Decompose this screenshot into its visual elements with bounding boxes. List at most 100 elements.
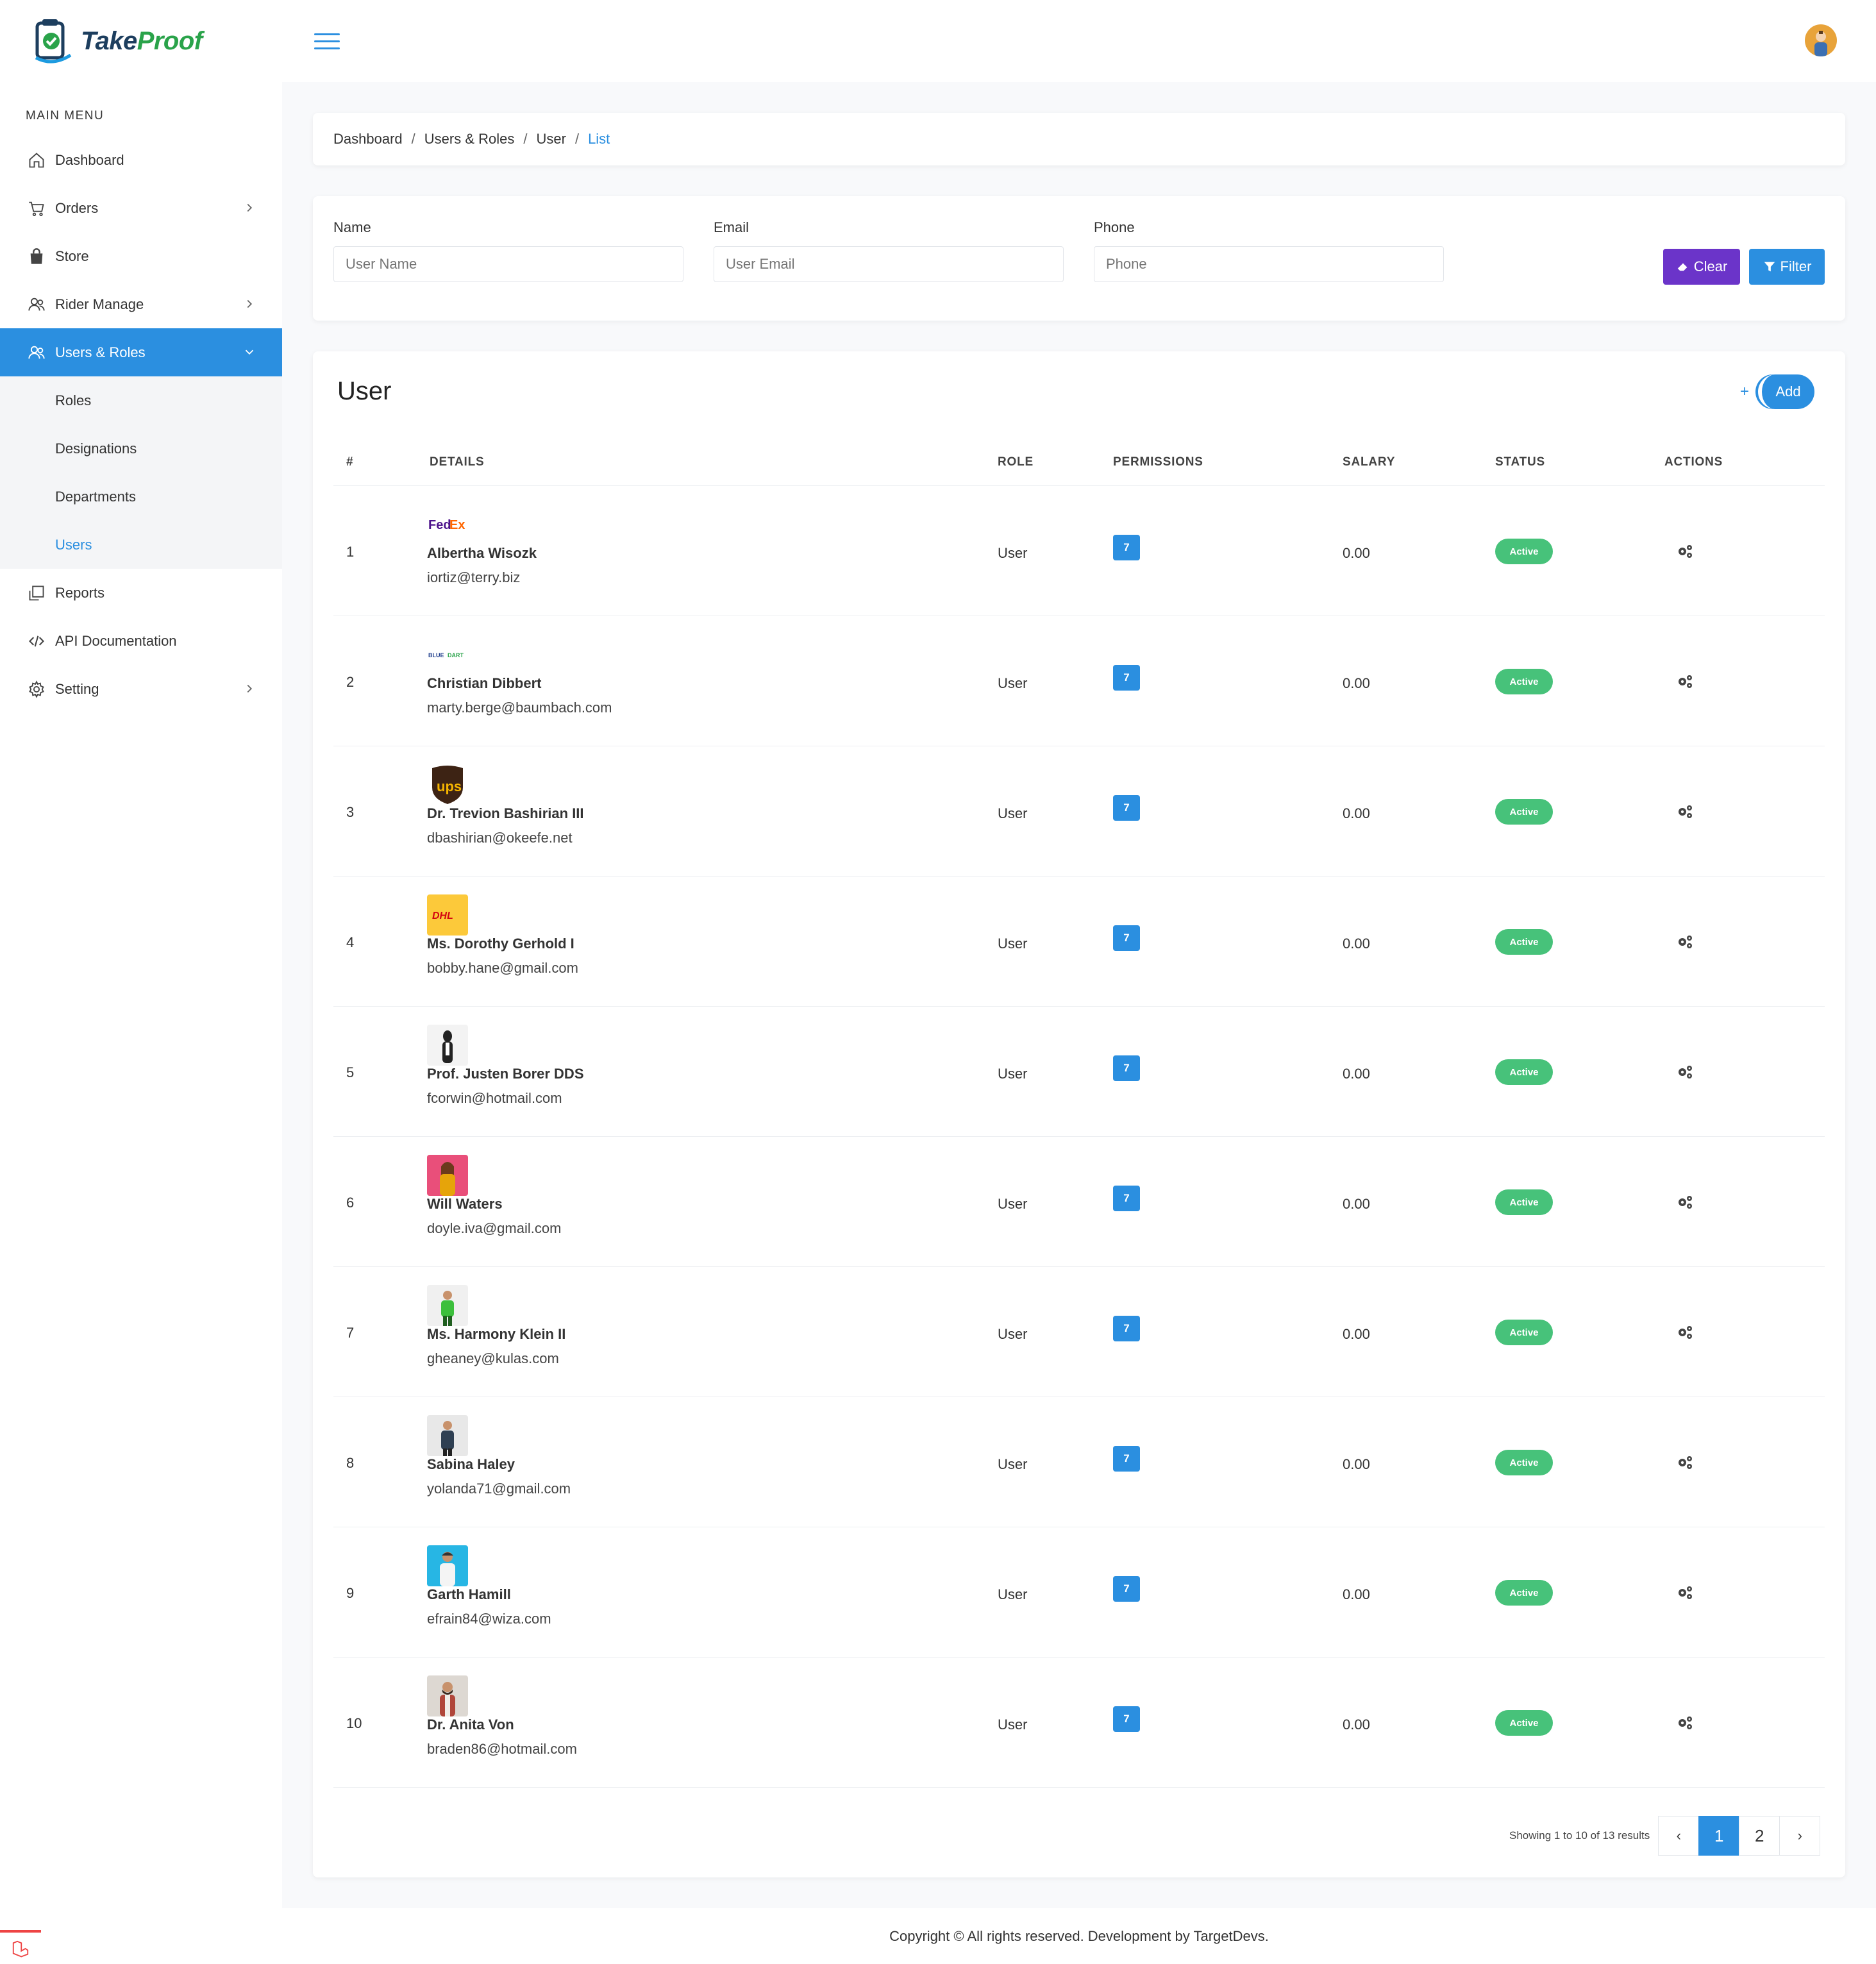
actions-gear-icon[interactable] [1675, 1062, 1695, 1082]
next-page-button[interactable]: › [1779, 1816, 1821, 1856]
submenu-item-departments[interactable]: Departments [0, 473, 282, 521]
user-salary: 0.00 [1343, 936, 1370, 952]
permissions-badge[interactable]: 7 [1113, 1576, 1140, 1602]
clear-button[interactable]: Clear [1663, 249, 1740, 285]
sidebar-item-label: Store [55, 248, 89, 264]
user-role: User [998, 1066, 1028, 1082]
user-role: User [998, 805, 1028, 821]
users-roles-submenu: Roles Designations Departments Users [0, 376, 282, 569]
gear-icon [27, 680, 46, 699]
sidebar-item-setting[interactable]: Setting [0, 665, 282, 713]
status-badge: Active [1495, 1710, 1553, 1736]
submenu-item-roles[interactable]: Roles [0, 376, 282, 424]
sidebar-item-api-documentation[interactable]: API Documentation [0, 617, 282, 665]
permissions-badge[interactable]: 7 [1113, 665, 1140, 691]
breadcrumb-users-roles[interactable]: Users & Roles [424, 131, 515, 147]
user-name: Ms. Dorothy Gerhold I [427, 936, 574, 952]
permissions-badge[interactable]: 7 [1113, 925, 1140, 951]
user-name: Garth Hamill [427, 1586, 511, 1602]
permissions-badge[interactable]: 7 [1113, 1706, 1140, 1732]
actions-gear-icon[interactable] [1675, 1192, 1695, 1213]
table-row: 4 DHL Ms. Dorothy Gerhold I bobby.hane@gmai… [333, 877, 1825, 1007]
permissions-badge[interactable]: 7 [1113, 795, 1140, 821]
actions-gear-icon[interactable] [1675, 1322, 1695, 1343]
user-email: doyle.iva@gmail.com [427, 1220, 562, 1236]
user-avatar-image: ups [427, 764, 468, 805]
user-salary: 0.00 [1343, 1586, 1370, 1602]
logo-icon [32, 18, 73, 64]
user-role: User [998, 1586, 1028, 1602]
sidebar-item-reports[interactable]: Reports [0, 569, 282, 617]
phone-input[interactable] [1094, 246, 1444, 282]
submenu-item-users[interactable]: Users [0, 521, 282, 569]
menu-section-title: MAIN MENU [26, 109, 105, 122]
actions-gear-icon[interactable] [1675, 1713, 1695, 1733]
user-role: User [998, 545, 1028, 561]
home-icon [27, 151, 46, 170]
sidebar-item-orders[interactable]: Orders [0, 184, 282, 232]
filter-icon [1764, 262, 1775, 272]
col-header-actions: ACTIONS [1664, 455, 1723, 469]
chevron-down-icon [245, 349, 254, 355]
name-label: Name [333, 219, 371, 235]
permissions-badge[interactable]: 7 [1113, 1055, 1140, 1081]
breadcrumb-user[interactable]: User [536, 131, 565, 147]
breadcrumb-dashboard[interactable]: Dashboard [333, 131, 403, 147]
code-icon [27, 632, 46, 651]
eraser-icon [1677, 263, 1688, 271]
prev-page-button[interactable]: ‹ [1658, 1816, 1700, 1856]
actions-gear-icon[interactable] [1675, 671, 1695, 692]
permissions-badge[interactable]: 7 [1113, 1316, 1140, 1341]
sidebar-item-label: Dashboard [55, 151, 124, 168]
page-1-button[interactable]: 1 [1698, 1816, 1740, 1856]
user-role: User [998, 1326, 1028, 1342]
actions-gear-icon[interactable] [1675, 932, 1695, 952]
user-name: Dr. Anita Von [427, 1716, 514, 1733]
user-avatar-image [427, 1285, 468, 1326]
status-badge: Active [1495, 539, 1553, 564]
user-role: User [998, 675, 1028, 691]
menu-toggle-icon[interactable] [314, 33, 340, 53]
col-header-status: STATUS [1495, 455, 1545, 469]
email-label: Email [714, 219, 750, 235]
brand-logo[interactable]: TakeProof [32, 18, 203, 64]
status-badge: Active [1495, 1059, 1553, 1085]
row-number: 8 [346, 1455, 355, 1471]
table-row: 7 Ms. Harmony Klein II gheaney@kulas.com Us… [333, 1267, 1825, 1397]
pagination: Showing 1 to 10 of 13 results ‹ 1 2 › [1509, 1816, 1821, 1856]
sidebar-item-label: API Documentation [55, 632, 177, 649]
sidebar-item-rider-manage[interactable]: Rider Manage [0, 280, 282, 328]
name-input[interactable] [333, 246, 683, 282]
permissions-badge[interactable]: 7 [1113, 1446, 1140, 1472]
table-body: 1 Fed Ex Albertha Wisozk iortiz@terry.biz Use… [333, 486, 1825, 1788]
status-badge: Active [1495, 1450, 1553, 1475]
user-name: Dr. Trevion Bashirian III [427, 805, 584, 821]
actions-gear-icon[interactable] [1675, 1582, 1695, 1603]
sidebar-item-users-roles[interactable]: Users & Roles [0, 328, 282, 376]
svg-text:DHL: DHL [432, 911, 453, 921]
sidebar-item-dashboard[interactable]: Dashboard [0, 136, 282, 184]
user-avatar-image [427, 1155, 468, 1196]
user-salary: 0.00 [1343, 1196, 1370, 1212]
submenu-item-designations[interactable]: Designations [0, 424, 282, 473]
table-row: 9 Garth Hamill efrain84@wiza.com User 7 0.00 A… [333, 1527, 1825, 1658]
email-input[interactable] [714, 246, 1064, 282]
row-number: 4 [346, 934, 355, 950]
pagination-info: Showing 1 to 10 of 13 results [1509, 1829, 1650, 1842]
add-user-button[interactable]: + Add [1740, 374, 1815, 409]
permissions-badge[interactable]: 7 [1113, 1186, 1140, 1211]
filter-panel: Name Email Phone Clear Filter [313, 196, 1845, 321]
actions-gear-icon[interactable] [1675, 802, 1695, 822]
user-avatar-image [427, 1025, 468, 1066]
users-table-card: User + Add # DETAILS ROLE PERMISSIONS SA… [313, 351, 1845, 1877]
sidebar-item-store[interactable]: Store [0, 232, 282, 280]
filter-button[interactable]: Filter [1749, 249, 1825, 285]
page-2-button[interactable]: 2 [1739, 1816, 1780, 1856]
user-avatar[interactable] [1805, 24, 1837, 56]
actions-gear-icon[interactable] [1675, 541, 1695, 562]
permissions-badge[interactable]: 7 [1113, 535, 1140, 560]
user-name: Will Waters [427, 1196, 503, 1212]
user-avatar-image: DHL [427, 894, 468, 936]
actions-gear-icon[interactable] [1675, 1452, 1695, 1473]
main-menu: Dashboard Orders Store Rider Manage User… [0, 136, 282, 713]
